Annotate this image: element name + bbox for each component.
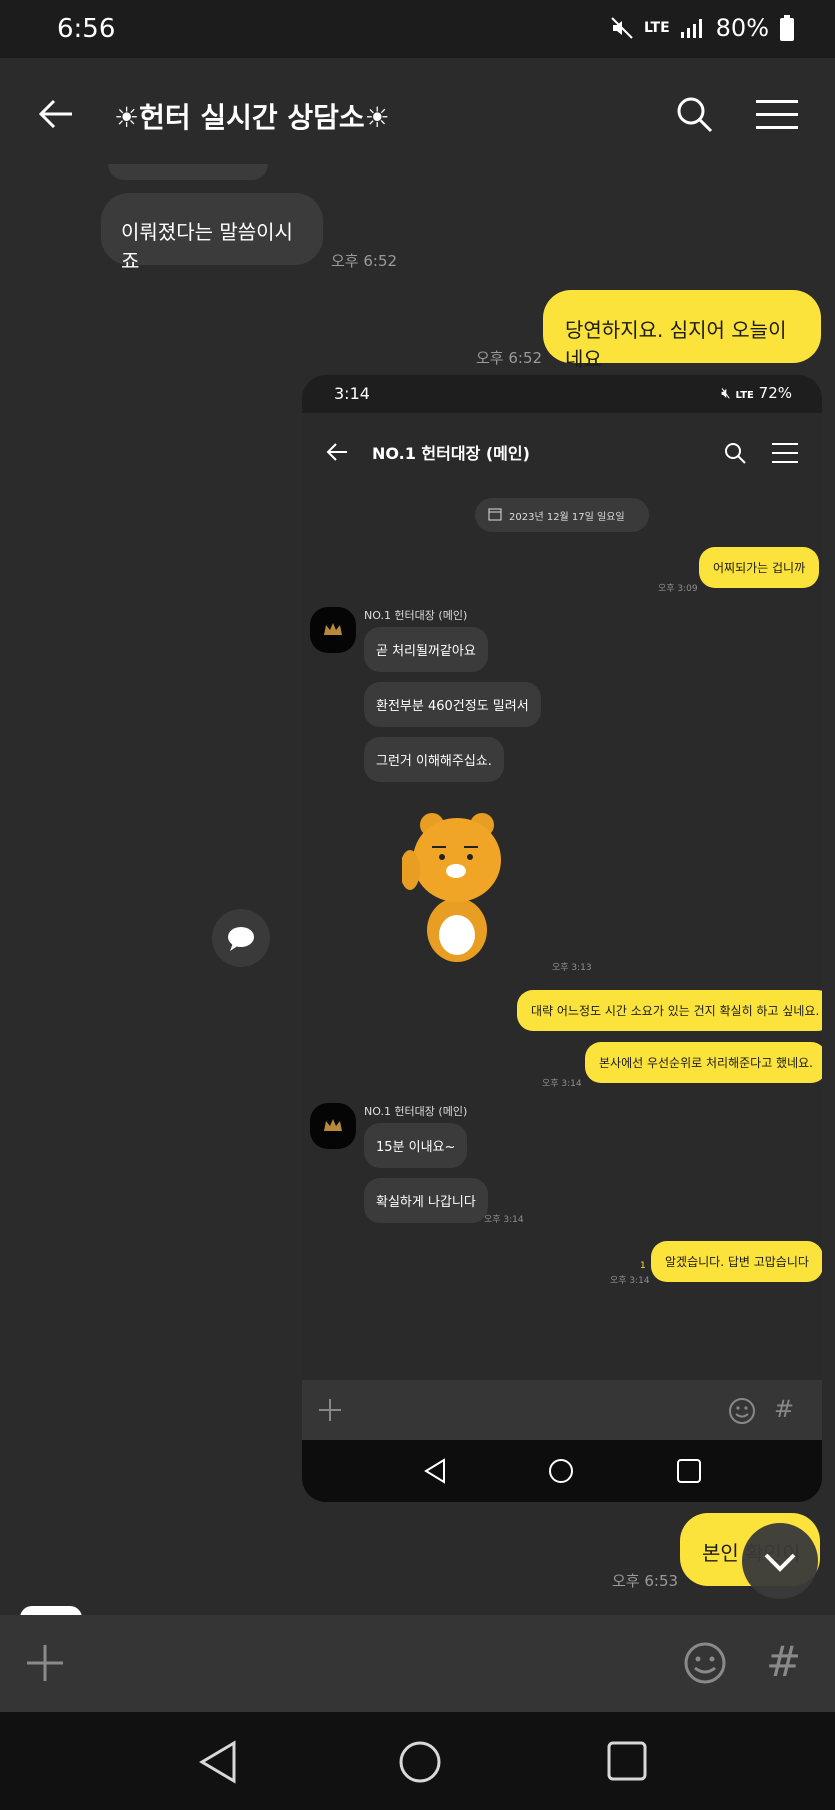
shot-message-out: 본사에선 우선순위로 처리해준다고 했네요. bbox=[585, 1042, 822, 1083]
signal-icon bbox=[680, 19, 702, 38]
shot-date-text: 2023년 12월 17일 일요일 bbox=[509, 512, 625, 523]
shot-emoji-icon bbox=[729, 1398, 755, 1424]
shot-nav-home-icon bbox=[549, 1459, 573, 1483]
system-nav-bar bbox=[0, 1712, 835, 1810]
nav-home-icon[interactable] bbox=[398, 1740, 442, 1784]
nav-recent-icon[interactable] bbox=[606, 1740, 648, 1782]
screenshot-image[interactable]: 3:14 🔇︎ LTE 72% NO.1 헌터대장 (메인) 2023년 12월… bbox=[302, 375, 822, 1502]
shot-message-text: 환전부분 460건정도 밀려서 bbox=[376, 699, 529, 714]
status-icons: LTE 80% bbox=[610, 14, 795, 42]
shot-sticker-time: 오후 3:13 bbox=[552, 963, 592, 973]
shot-nav-back-icon bbox=[424, 1458, 445, 1484]
status-bar: 6:56 LTE 80% bbox=[0, 0, 835, 58]
shot-message-text: 알겠습니다. 답변 고맙습니다 bbox=[665, 1255, 809, 1269]
shot-menu-icon bbox=[772, 443, 798, 463]
nav-back-icon[interactable] bbox=[196, 1740, 240, 1784]
shot-unread-count: 1 bbox=[640, 1261, 646, 1271]
chat-header: ☀헌터 실시간 상담소☀ bbox=[0, 58, 835, 172]
shot-battery-percent: 72% bbox=[758, 384, 792, 402]
chevron-down-icon bbox=[764, 1553, 796, 1572]
shot-network-label: LTE bbox=[735, 390, 754, 401]
shot-message-time: 오후 3:14 bbox=[484, 1215, 524, 1225]
shot-message-text: 그런거 이해해주십쇼. bbox=[376, 754, 492, 769]
calendar-icon bbox=[488, 508, 502, 521]
shot-message-time: 오후 3:09 bbox=[658, 584, 698, 594]
shot-nav-bar bbox=[302, 1440, 822, 1502]
shot-message-out: 대략 어느정도 시간 소요가 있는 건지 확실히 하고 싶네요. bbox=[517, 990, 822, 1031]
chat-title: ☀헌터 실시간 상담소☀ bbox=[114, 101, 390, 134]
comment-button[interactable] bbox=[212, 909, 270, 967]
status-time: 6:56 bbox=[57, 14, 116, 44]
shot-message-in: 그런거 이해해주십쇼. bbox=[364, 737, 504, 782]
battery-percent: 80% bbox=[715, 14, 769, 42]
shot-header: NO.1 헌터대장 (메인) bbox=[302, 413, 822, 493]
message-time: 오후 6:52 bbox=[476, 349, 543, 367]
speech-bubble-icon bbox=[228, 927, 254, 951]
shot-mute-icon: 🔇︎ bbox=[721, 384, 731, 402]
shot-message-in: 환전부분 460건정도 밀려서 bbox=[364, 682, 541, 727]
emoji-icon[interactable] bbox=[683, 1641, 727, 1685]
shot-sender-name: NO.1 헌터대장 (메인) bbox=[364, 1105, 468, 1118]
message-time: 오후 6:52 bbox=[331, 252, 398, 270]
shot-message-in: 확실하게 나갑니다 bbox=[364, 1178, 488, 1223]
message-time: 오후 6:53 bbox=[612, 1572, 679, 1590]
hash-icon[interactable]: # bbox=[766, 1637, 801, 1686]
shot-message-text: 본사에선 우선순위로 처리해준다고 했네요. bbox=[599, 1056, 813, 1070]
shot-message-out: 알겠습니다. 답변 고맙습니다 bbox=[651, 1241, 822, 1282]
message-input-bar: # bbox=[0, 1615, 835, 1712]
shot-message-time: 오후 3:14 bbox=[610, 1276, 650, 1286]
menu-icon[interactable] bbox=[756, 100, 798, 130]
shot-plus-icon bbox=[319, 1399, 341, 1421]
shot-hash-icon: # bbox=[774, 1395, 795, 1423]
shot-message-text: 어찌되가는 겁니까 bbox=[713, 561, 806, 575]
shot-status-bar: 3:14 🔇︎ LTE 72% bbox=[302, 375, 822, 413]
plus-icon[interactable] bbox=[26, 1644, 64, 1682]
shot-message-text: 15분 이내요~ bbox=[376, 1140, 456, 1155]
search-icon[interactable] bbox=[676, 96, 714, 134]
back-arrow-icon[interactable] bbox=[38, 98, 74, 130]
shot-search-icon bbox=[725, 443, 746, 464]
shot-avatar bbox=[310, 1103, 356, 1149]
shot-message-time: 오후 3:14 bbox=[542, 1079, 582, 1089]
shot-sender-name: NO.1 헌터대장 (메인) bbox=[364, 609, 468, 622]
shot-nav-recent-icon bbox=[677, 1459, 701, 1483]
sticker-bear-icon bbox=[402, 813, 501, 962]
shot-back-arrow-icon bbox=[326, 443, 347, 461]
message-text: 이뤄졌다는 말씀이시죠 bbox=[121, 220, 293, 273]
partial-bubble bbox=[108, 164, 268, 180]
shot-message-out: 어찌되가는 겁니까 bbox=[699, 547, 820, 588]
battery-icon bbox=[780, 15, 794, 41]
shot-status-icons: 🔇︎ LTE 72% bbox=[721, 384, 792, 402]
shot-message-text: 대략 어느정도 시간 소요가 있는 건지 확실히 하고 싶네요. bbox=[531, 1004, 820, 1018]
shot-message-in: 곧 처리될꺼같아요 bbox=[364, 627, 488, 672]
mute-icon bbox=[611, 17, 633, 39]
shot-input-bar: # bbox=[302, 1380, 822, 1440]
network-label: LTE bbox=[643, 20, 670, 36]
message-bubble-out[interactable]: 당연하지요. 심지어 오늘이네요 bbox=[543, 290, 821, 371]
shot-message-text: 확실하게 나갑니다 bbox=[376, 1195, 476, 1210]
shot-message-text: 곧 처리될꺼같아요 bbox=[376, 644, 476, 659]
message-text: 당연하지요. 심지어 오늘이네요 bbox=[565, 318, 787, 371]
message-bubble-in[interactable]: 이뤄졌다는 말씀이시죠 bbox=[101, 193, 323, 273]
shot-message-in: 15분 이내요~ bbox=[364, 1123, 468, 1168]
shot-chat-title: NO.1 헌터대장 (메인) bbox=[372, 444, 530, 463]
shot-status-time: 3:14 bbox=[334, 384, 370, 403]
shot-avatar bbox=[310, 607, 356, 653]
scroll-down-button[interactable] bbox=[742, 1523, 818, 1599]
